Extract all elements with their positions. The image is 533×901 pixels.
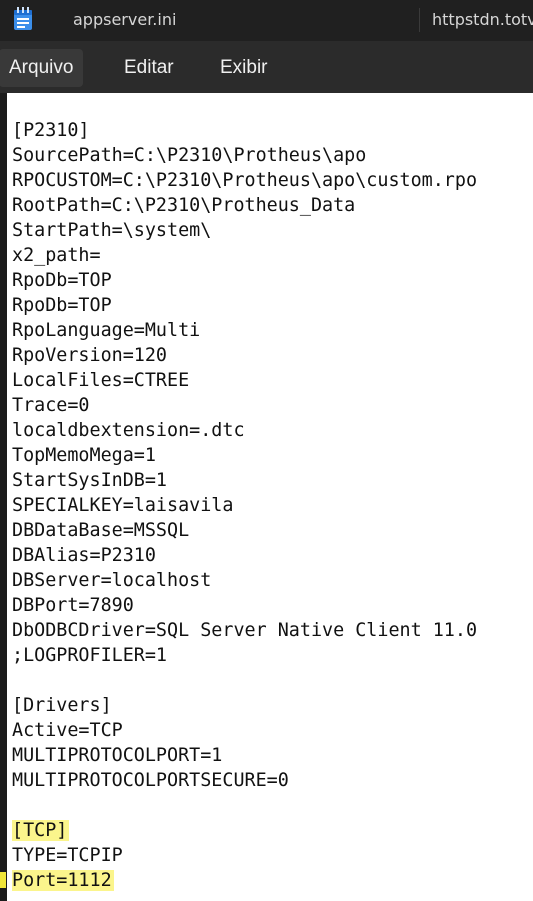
editor-line: [TCP] [12,818,70,843]
editor-line: localdbextension=.dtc [12,418,245,443]
editor-line-text: StartSysInDB=1 [12,470,168,491]
editor-line-text: Active=TCP [12,720,123,741]
editor-line: DBPort=7890 [12,593,134,618]
editor-line-text: RpoDb=TOP [12,270,112,291]
tab-divider [419,8,420,32]
editor-line-text: RpoVersion=120 [12,345,168,366]
editor-line: [P2310] [12,118,90,143]
editor-line-text: TopMemoMega=1 [12,445,156,466]
editor-line-text: StartPath=\system\ [12,220,212,241]
editor-line-text: RpoDb=TOP [12,295,112,316]
editor-line: RpoDb=TOP [12,293,112,318]
editor-line-text: MULTIPROTOCOLPORTSECURE=0 [12,770,289,791]
editor-line-text: [Drivers] [12,695,112,716]
editor-line: RpoLanguage=Multi [12,318,200,343]
editor-line: DBServer=localhost [12,568,211,593]
highlight-marker [0,872,6,888]
editor-line: RPOCUSTOM=C:\P2310\Protheus\apo\custom.r… [12,168,477,193]
tab-httpstdn[interactable]: httpstdn.totv [432,10,533,29]
menu-exibir[interactable]: Exibir [210,49,278,87]
editor-line: TYPE=TCPIP [12,843,123,868]
editor-line: StartSysInDB=1 [12,468,167,493]
notepad-icon [14,7,32,30]
editor-line: RpoDb=TOP [12,268,112,293]
tab-appserver-ini[interactable]: appserver.ini [73,10,176,29]
editor-line-text: DBAlias=P2310 [12,545,156,566]
editor-line: DBDataBase=MSSQL [12,518,189,543]
editor-line-text: SPECIALKEY=laisavila [12,495,234,516]
editor-line: TopMemoMega=1 [12,443,156,468]
editor-line-text: DBDataBase=MSSQL [12,520,190,541]
editor-line: [Drivers] [12,693,112,718]
editor-line: Active=TCP [12,718,123,743]
editor-left-edge [0,93,7,901]
editor-line: LocalFiles=CTREE [12,368,189,393]
editor-line: MULTIPROTOCOLPORT=1 [12,743,222,768]
editor-line-text: localdbextension=.dtc [12,420,245,441]
editor-line: MULTIPROTOCOLPORTSECURE=0 [12,768,289,793]
editor-line-text: [P2310] [12,120,90,141]
editor-line-text: Port=1112 [12,870,114,891]
title-bar: appserver.ini httpstdn.totv [0,0,533,41]
menu-bar: Arquivo Editar Exibir [0,41,533,93]
editor-line: Port=1112 [12,868,114,893]
editor-line-text: RpoLanguage=Multi [12,320,201,341]
editor-line: SourcePath=C:\P2310\Protheus\apo [12,143,366,168]
editor-line-text: ;LOGPROFILER=1 [12,645,168,666]
editor-line-text: DBPort=7890 [12,595,134,616]
editor-line: RootPath=C:\P2310\Protheus_Data [12,193,355,218]
editor-line-text: Trace=0 [12,395,90,416]
menu-editar[interactable]: Editar [114,49,184,87]
editor-line: Trace=0 [12,393,90,418]
editor-line: DbODBCDriver=SQL Server Native Client 11… [12,618,477,643]
editor-line-text: x2_path= [12,245,101,266]
editor-line-text: LocalFiles=CTREE [12,370,190,391]
editor-line: ;LOGPROFILER=1 [12,643,167,668]
editor-line-text: MULTIPROTOCOLPORT=1 [12,745,223,766]
editor-line: DBAlias=P2310 [12,543,156,568]
editor-line: RpoVersion=120 [12,343,167,368]
editor-line-text: RPOCUSTOM=C:\P2310\Protheus\apo\custom.r… [12,170,478,191]
editor-line: x2_path= [12,243,101,268]
editor-line-text: DbODBCDriver=SQL Server Native Client 11… [12,620,478,641]
editor-line-text: RootPath=C:\P2310\Protheus_Data [12,195,356,216]
text-editor[interactable]: [P2310] SourcePath=C:\P2310\Protheus\apo R… [7,93,533,901]
editor-line-text: TYPE=TCPIP [12,845,123,866]
editor-line: StartPath=\system\ [12,218,211,243]
editor-line-text: [TCP] [12,820,70,841]
editor-line-text: SourcePath=C:\P2310\Protheus\apo [12,145,367,166]
menu-arquivo[interactable]: Arquivo [0,49,84,87]
editor-line: SPECIALKEY=laisavila [12,493,233,518]
editor-line-text: DBServer=localhost [12,570,212,591]
